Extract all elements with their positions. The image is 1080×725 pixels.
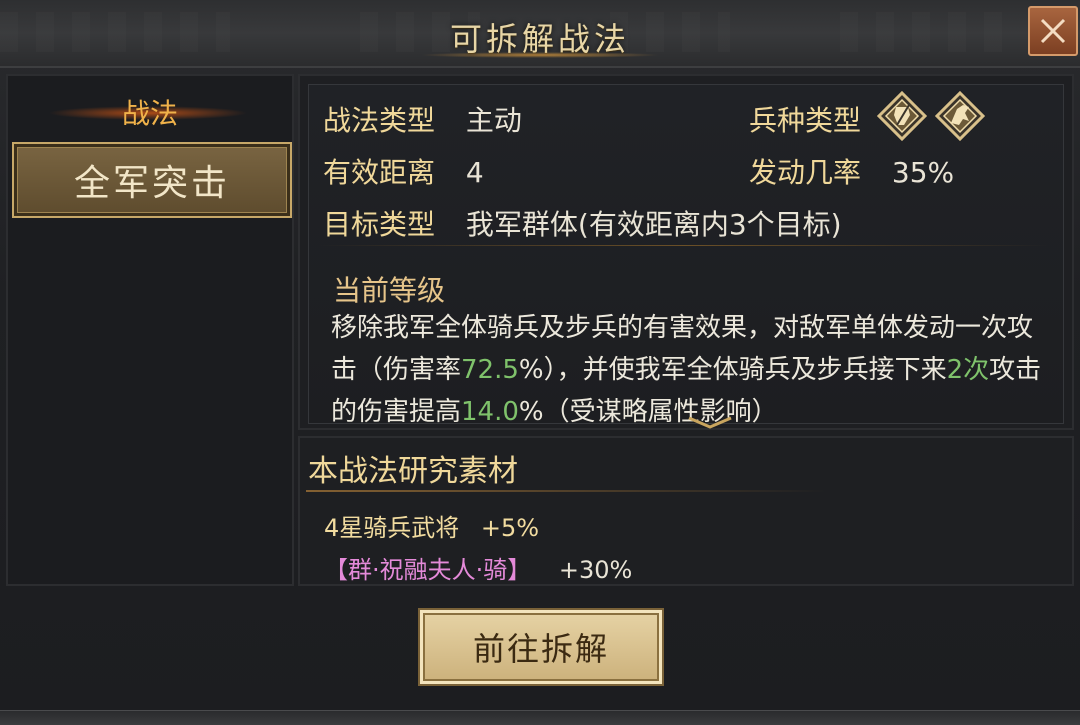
skill-info-inner: 战法类型 主动 兵种类型 有效距离 4 发动几率 35% 目标类型 我军群体(有… xyxy=(308,84,1064,429)
title-bar: 可拆解战法 xyxy=(0,0,1080,68)
desc-text: 的伤害提高 xyxy=(331,397,462,427)
target-label: 目标类型 xyxy=(323,208,436,241)
materials-divider xyxy=(306,490,826,492)
skill-list-header-label: 战法 xyxy=(121,97,178,130)
range-label: 有效距离 xyxy=(323,156,436,189)
desc-highlight-bonus: 14.0 xyxy=(461,397,519,427)
target-value: 我军群体(有效距离内3个目标) xyxy=(465,208,842,241)
desc-highlight-times: 2次 xyxy=(946,355,990,385)
skill-type-value: 主动 xyxy=(465,104,522,137)
skill-type-row: 战法类型 主动 xyxy=(323,99,522,139)
grade-divider xyxy=(319,245,1049,246)
skill-info-panel: 战法类型 主动 兵种类型 有效距离 4 发动几率 35% 目标类型 我军群体(有… xyxy=(298,74,1074,430)
dialog-frame: 可拆解战法 战法 全军突击 战法类型 主动 兵种类型 有效距离 4 发动几率 3… xyxy=(0,0,1080,725)
go-disassemble-button[interactable]: 前往拆解 xyxy=(418,608,664,686)
infantry-icon[interactable] xyxy=(935,91,985,141)
grade-title: 当前等级 xyxy=(333,274,446,307)
skill-list-header: 战法 xyxy=(8,76,292,138)
material-name: 4星骑兵武将 xyxy=(324,514,460,542)
research-materials-panel: 本战法研究素材 4星骑兵武将 +5% 【群·祝融夫人·骑】 +30% xyxy=(298,436,1074,586)
range-row: 有效距离 4 xyxy=(323,151,484,191)
close-button[interactable] xyxy=(1028,6,1078,56)
target-row: 目标类型 我军群体(有效距离内3个目标) xyxy=(323,203,842,243)
skill-list-panel: 战法 全军突击 xyxy=(6,74,294,586)
title-glow xyxy=(420,52,660,58)
range-value: 4 xyxy=(465,156,484,189)
material-bonus: +30% xyxy=(558,556,633,584)
skill-type-label: 战法类型 xyxy=(323,104,436,137)
desc-text: %），并使我军全体骑兵及步兵接下来 xyxy=(518,355,947,385)
desc-line-2: 击（伤害率72.5%），并使我军全体骑兵及步兵接下来2次攻击 xyxy=(331,349,1061,391)
chance-row: 发动几率 35% xyxy=(749,151,954,191)
desc-line-1: 移除我军全体骑兵及步兵的有害效果，对敌军单体发动一次攻 xyxy=(331,313,1034,343)
chance-value: 35% xyxy=(891,156,955,189)
material-name: 【群·祝融夫人·骑】 xyxy=(324,556,532,584)
troop-type-label: 兵种类型 xyxy=(749,104,862,137)
cavalry-icon[interactable] xyxy=(877,91,927,141)
chevron-down-icon[interactable] xyxy=(685,415,735,431)
troop-type-row: 兵种类型 xyxy=(749,99,861,139)
material-item: 4星骑兵武将 +5% xyxy=(324,508,539,543)
bottom-border xyxy=(0,710,1080,725)
desc-text: 击（伤害率 xyxy=(331,355,462,385)
material-item: 【群·祝融夫人·骑】 +30% xyxy=(324,550,632,585)
material-bonus: +5% xyxy=(480,514,540,542)
skill-list-item-selected[interactable]: 全军突击 xyxy=(12,142,292,218)
desc-text: 攻击 xyxy=(989,355,1042,385)
desc-text: %（受谋略属性影响） xyxy=(518,397,778,427)
chance-label: 发动几率 xyxy=(749,156,862,189)
materials-title: 本战法研究素材 xyxy=(308,454,518,489)
desc-highlight-damage: 72.5 xyxy=(461,355,519,385)
close-icon xyxy=(1040,18,1066,44)
